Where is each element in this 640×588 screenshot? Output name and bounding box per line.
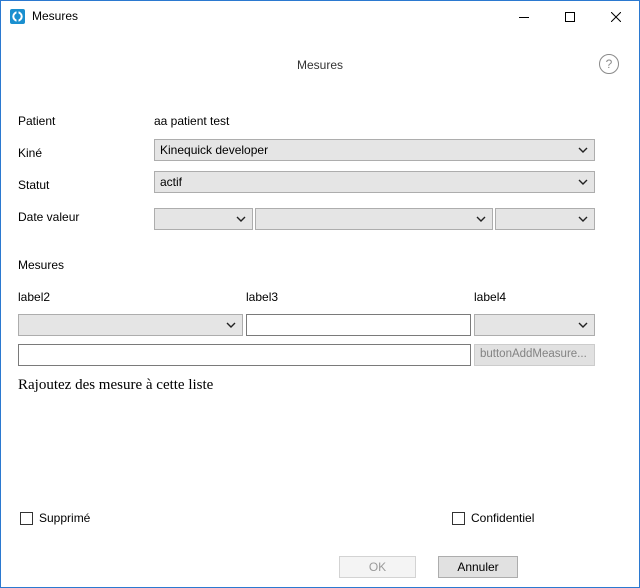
statut-dropdown-value: actif	[160, 175, 183, 189]
confidentiel-checkbox[interactable]: Confidentiel	[452, 511, 534, 525]
minimize-button[interactable]	[501, 1, 547, 32]
chevron-down-icon	[226, 322, 236, 328]
checkbox-box[interactable]	[452, 511, 465, 525]
statut-dropdown[interactable]: actif	[154, 171, 595, 193]
label3: label3	[246, 290, 279, 304]
measure-type-dropdown[interactable]	[18, 314, 243, 336]
ok-button[interactable]: OK	[339, 556, 416, 578]
close-button[interactable]	[593, 1, 639, 32]
kine-dropdown[interactable]: Kinequick developer	[154, 139, 595, 161]
mesures-window: Mesures Mesures ? Patient aa patient tes…	[0, 0, 640, 588]
checkbox-box[interactable]	[20, 511, 33, 525]
statut-label: Statut	[18, 178, 50, 192]
empty-list-note: Rajoutez des mesure à cette liste	[18, 377, 214, 393]
patient-label: Patient	[18, 114, 56, 128]
chevron-down-icon	[578, 322, 588, 328]
page-title: Mesures	[296, 58, 343, 72]
measure-comment-input[interactable]	[18, 344, 471, 366]
label2: label2	[18, 290, 51, 304]
kine-label: Kiné	[18, 146, 43, 160]
maximize-button[interactable]	[547, 1, 593, 32]
title-bar[interactable]: Mesures	[1, 1, 639, 32]
cancel-button[interactable]: Annuler	[438, 556, 518, 578]
add-measure-button[interactable]: buttonAddMeasure...	[474, 344, 595, 366]
close-icon	[611, 11, 621, 22]
patient-value: aa patient test	[154, 114, 230, 128]
app-logo-icon	[10, 9, 25, 24]
measure-value-input[interactable]	[246, 314, 471, 336]
chevron-down-icon	[578, 216, 588, 222]
chevron-down-icon	[236, 216, 246, 222]
minimize-icon	[519, 16, 529, 18]
chevron-down-icon	[578, 147, 588, 153]
maximize-icon	[565, 11, 575, 22]
measure-unit-dropdown[interactable]	[474, 314, 595, 336]
date-month-dropdown[interactable]	[255, 208, 493, 230]
date-day-dropdown[interactable]	[154, 208, 253, 230]
confidentiel-label: Confidentiel	[471, 511, 535, 525]
chevron-down-icon	[476, 216, 486, 222]
supprime-checkbox[interactable]: Supprimé	[20, 511, 90, 525]
kine-dropdown-value: Kinequick developer	[160, 143, 269, 157]
label4: label4	[474, 290, 507, 304]
chevron-down-icon	[578, 179, 588, 185]
date-year-dropdown[interactable]	[495, 208, 595, 230]
supprime-label: Supprimé	[39, 511, 91, 525]
date-valeur-label: Date valeur	[18, 210, 80, 224]
mesures-section-label: Mesures	[18, 258, 65, 272]
window-title: Mesures	[32, 9, 79, 23]
help-icon[interactable]: ?	[599, 54, 619, 74]
